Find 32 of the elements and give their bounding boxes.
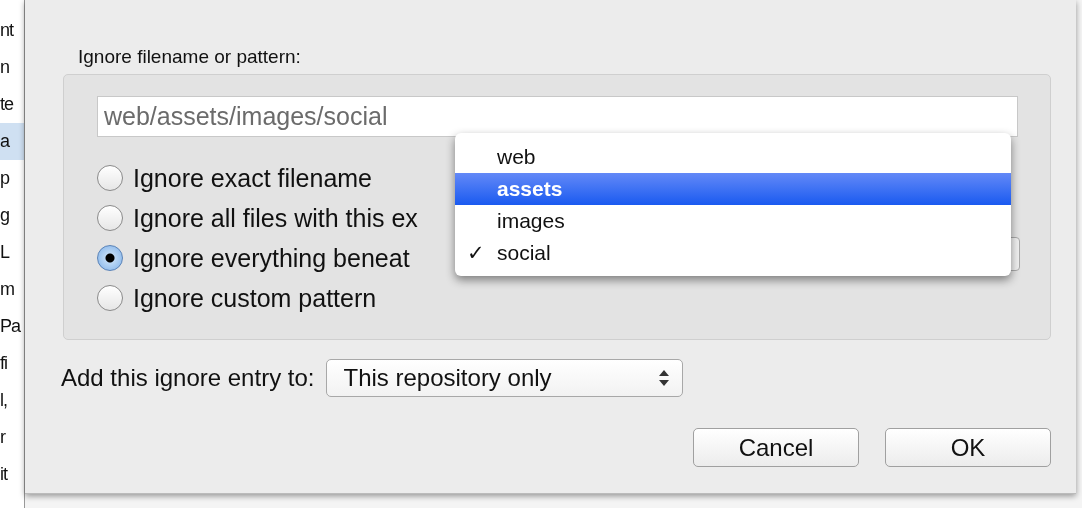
row-text-fragment: g — [0, 204, 10, 227]
row-text-fragment: a — [0, 123, 24, 160]
radio-label: Ignore custom pattern — [133, 283, 377, 313]
radio-label: Ignore all files with this ex — [133, 203, 418, 233]
menu-item[interactable]: images — [455, 205, 1011, 237]
row-text-fragment: l, — [0, 389, 8, 412]
radio-button[interactable] — [97, 205, 123, 231]
field-label: Ignore filename or pattern: — [77, 45, 302, 68]
target-label: Add this ignore entry to: — [61, 364, 315, 392]
radio-button[interactable] — [97, 285, 123, 311]
row-text-fragment: r — [0, 426, 7, 449]
cancel-button[interactable]: Cancel — [693, 428, 859, 467]
row-text-fragment: L — [0, 241, 11, 264]
menu-item[interactable]: web — [455, 141, 1011, 173]
row-text-fragment: m — [0, 278, 15, 301]
row-text-fragment: fi — [0, 352, 8, 375]
row-text-fragment: p — [0, 167, 11, 190]
up-down-arrows-icon — [658, 368, 671, 388]
radio-button[interactable] — [97, 165, 123, 191]
row-text-fragment: it — [0, 463, 9, 486]
row-text-fragment: Pa — [0, 315, 22, 338]
radio-label: Ignore everything beneat — [133, 243, 410, 273]
row-text-fragment: n — [0, 56, 10, 79]
menu-item[interactable]: assets — [455, 173, 1011, 205]
row-text-fragment: te — [0, 93, 15, 116]
pattern-field[interactable]: web/assets/images/social — [97, 96, 1018, 137]
target-select[interactable]: This repository only — [326, 359, 684, 397]
radio-label: Ignore exact filename — [133, 163, 373, 193]
ok-button[interactable]: OK — [885, 428, 1051, 467]
radio-button[interactable] — [97, 245, 123, 271]
row-text-fragment: nt — [0, 19, 15, 42]
menu-item[interactable]: ✓ social — [455, 237, 1011, 269]
